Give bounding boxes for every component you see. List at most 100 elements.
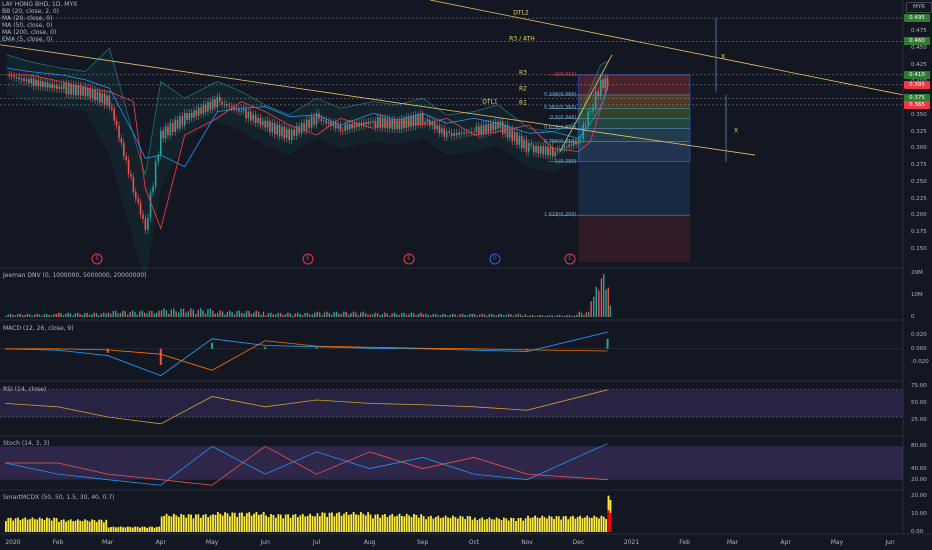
macd-histogram-bar <box>315 347 318 349</box>
volume-bar <box>250 313 253 317</box>
smartmcdx-bar <box>372 518 374 532</box>
volume-bar <box>607 287 609 317</box>
smartmcdx-bar <box>95 521 98 532</box>
smartmcdx-bar <box>110 527 112 532</box>
volume-bar <box>417 313 420 317</box>
smartmcdx-bar <box>444 515 447 532</box>
smartmcdx-bar <box>129 527 132 532</box>
smartmcdx-bar <box>81 521 84 532</box>
volume-bar <box>396 313 398 317</box>
volume-bar <box>335 311 338 317</box>
volume-bar <box>583 315 585 317</box>
macd-histogram-bar <box>264 346 267 349</box>
volume-bar <box>483 314 486 317</box>
fib-zone <box>578 128 690 142</box>
smartmcdx-bar <box>364 515 367 532</box>
smartmcdx-bar <box>359 512 362 532</box>
candle-body <box>111 106 113 109</box>
indicator-tick-label: 20.00 <box>911 476 927 483</box>
volume-bar <box>529 314 531 317</box>
smartmcdx-bar <box>408 515 411 532</box>
volume-bar <box>86 312 88 317</box>
smartmcdx-bar <box>550 516 553 532</box>
currency-button[interactable]: MYR <box>906 2 932 13</box>
smartmcdx-bar <box>505 518 508 532</box>
candle-body <box>542 146 545 155</box>
annotation-r3-ath: R3 / ATH <box>509 35 535 43</box>
smartmcdx-bar <box>388 515 391 532</box>
smartmcdx-bar <box>296 517 299 532</box>
earnings-marker: E <box>302 253 314 265</box>
volume-bar <box>294 313 296 317</box>
overlay-ema5[interactable]: EMA (5, close, 0) <box>2 36 77 43</box>
volume-bar <box>510 314 512 317</box>
overlay-bb[interactable]: BB (20, close, 2, 0) <box>2 8 77 15</box>
smartmcdx-bar <box>134 526 137 532</box>
volume-bar <box>519 314 522 317</box>
smartmcdx-bar <box>400 515 403 532</box>
smartmcdx-bar <box>262 512 265 532</box>
volume-bar <box>449 314 451 317</box>
volume-bar <box>364 313 367 317</box>
pane-title-macd[interactable]: MACD (12, 26, close, 9) <box>3 325 74 332</box>
price-tick-label: 0.250 <box>911 178 927 185</box>
volume-bar <box>522 315 524 317</box>
candle-body <box>513 132 516 142</box>
volume-bar <box>36 313 38 317</box>
overlay-ma200[interactable]: MA (200, close, 0) <box>2 29 77 36</box>
smartmcdx-bar <box>379 517 382 532</box>
candle-body <box>15 77 18 78</box>
candle-body <box>120 138 123 143</box>
smartmcdx-bar <box>567 519 570 532</box>
candle-body <box>162 130 164 139</box>
symbol-line[interactable]: LAY HONG BHD, 1D, MYX <box>2 1 77 8</box>
smartmcdx-bar <box>474 517 476 532</box>
smartmcdx-bar <box>345 512 348 532</box>
time-tick-label: Mar <box>102 539 114 546</box>
smartmcdx-bar <box>216 512 219 532</box>
pane-title-smartmcdx[interactable]: SmartMCDX (50, 50, 1.5, 30, 40, 0.7) <box>3 494 115 501</box>
candle-body <box>63 83 65 90</box>
candle-body <box>594 91 597 108</box>
smartmcdx-bar <box>241 512 243 532</box>
volume-bar <box>490 313 493 317</box>
volume-bar <box>566 314 568 317</box>
candle-body <box>216 96 219 108</box>
time-tick-label: Feb <box>679 539 690 546</box>
volume-bar <box>343 311 345 317</box>
smartmcdx-bar <box>136 526 139 532</box>
volume-bar <box>311 314 314 317</box>
pane-title-volume[interactable]: Jeeman DNV (0, 1000000, 5000000, 2000000… <box>3 272 146 279</box>
pane-title-rsi[interactable]: RSI (14, close) <box>3 386 46 393</box>
volume-bar <box>58 312 60 317</box>
volume-bar <box>561 315 563 317</box>
volume-bar <box>422 314 425 317</box>
smartmcdx-bar <box>36 519 39 532</box>
candle-body <box>436 125 438 130</box>
volume-bar <box>326 311 328 317</box>
candle-body <box>132 176 135 192</box>
price-tick-label: 0.275 <box>911 162 927 169</box>
candle-body <box>589 111 592 113</box>
candle-body <box>592 107 594 112</box>
volume-bar <box>60 313 62 317</box>
overlay-ma50[interactable]: MA (50, close, 0) <box>2 22 77 29</box>
volume-bar <box>527 315 529 317</box>
smartmcdx-bar <box>98 519 101 532</box>
volume-bar <box>505 314 507 317</box>
fib-level-label: 0.382(0.360) <box>543 105 577 112</box>
overlay-ma20[interactable]: MA (20, close, 0) <box>2 15 77 22</box>
smartmcdx-bar <box>114 527 117 532</box>
smartmcdx-bar <box>338 512 341 532</box>
smartmcdx-bar <box>131 527 134 532</box>
volume-bar <box>362 311 364 317</box>
smartmcdx-bar <box>65 521 67 532</box>
volume-bar <box>48 314 50 317</box>
volume-bar <box>486 315 488 317</box>
candle-body <box>369 121 372 123</box>
smartmcdx-bar <box>352 512 355 532</box>
pane-title-stoch[interactable]: Stoch (14, 3, 3) <box>3 440 49 447</box>
smartmcdx-bar <box>471 519 474 532</box>
candle-body <box>204 104 207 112</box>
smartmcdx-bar <box>459 515 462 532</box>
